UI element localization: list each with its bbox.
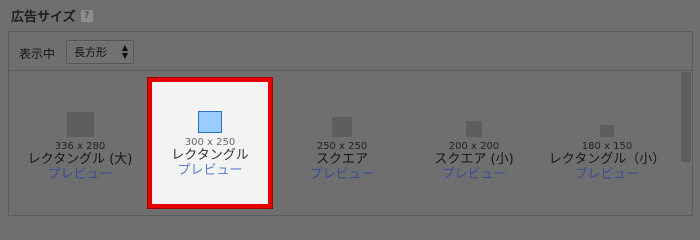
ad-size-dimensions: 180 x 150 bbox=[581, 141, 633, 152]
filter-label: 表示中 bbox=[19, 47, 56, 61]
preview-link[interactable]: プレビュー bbox=[177, 163, 242, 178]
ad-size-card-250x250[interactable]: 250 x 250 スクエア プレビュー bbox=[292, 78, 392, 208]
ad-size-thumbnail bbox=[600, 125, 614, 137]
panel-divider bbox=[9, 70, 692, 71]
ad-size-name: レクタングル（小） bbox=[548, 152, 666, 167]
ad-size-name: スクエア (小) bbox=[434, 152, 514, 167]
scrollbar[interactable] bbox=[681, 72, 691, 162]
ad-size-dimensions: 300 x 250 bbox=[184, 137, 236, 148]
ad-size-name: スクエア bbox=[315, 152, 368, 167]
preview-link[interactable]: プレビュー bbox=[574, 167, 639, 182]
filter-selected-value: 長方形 bbox=[74, 46, 107, 59]
preview-link[interactable]: プレビュー bbox=[309, 167, 374, 182]
ad-size-dimensions: 200 x 200 bbox=[448, 141, 500, 152]
ad-size-name: レクタングル (大) bbox=[27, 152, 133, 167]
section-title: 広告サイズ bbox=[11, 10, 76, 25]
ad-size-dimensions: 250 x 250 bbox=[316, 141, 368, 152]
ad-size-dimensions: 336 x 280 bbox=[54, 141, 106, 152]
ad-size-card-180x150[interactable]: 180 x 150 レクタングル（小） プレビュー bbox=[546, 78, 668, 208]
ad-size-thumbnail bbox=[66, 112, 94, 137]
help-icon[interactable]: ? bbox=[80, 9, 93, 22]
shape-filter-select[interactable]: 長方形 ▲ ▼ bbox=[66, 40, 134, 64]
ad-size-thumbnail bbox=[198, 111, 222, 133]
preview-link[interactable]: プレビュー bbox=[47, 167, 112, 182]
ad-size-name: レクタングル bbox=[171, 148, 249, 163]
preview-link[interactable]: プレビュー bbox=[441, 167, 506, 182]
chevron-updown-icon: ▲ ▼ bbox=[121, 43, 128, 60]
ad-size-card-336x280[interactable]: 336 x 280 レクタングル (大) プレビュー bbox=[27, 78, 133, 208]
ad-size-thumbnail bbox=[332, 117, 352, 137]
ad-size-card-300x250[interactable]: 300 x 250 レクタングル プレビュー bbox=[147, 77, 273, 209]
section-header: 広告サイズ ? bbox=[11, 6, 93, 25]
ad-size-thumbnail bbox=[466, 121, 482, 137]
ad-size-card-200x200[interactable]: 200 x 200 スクエア (小) プレビュー bbox=[424, 78, 524, 208]
